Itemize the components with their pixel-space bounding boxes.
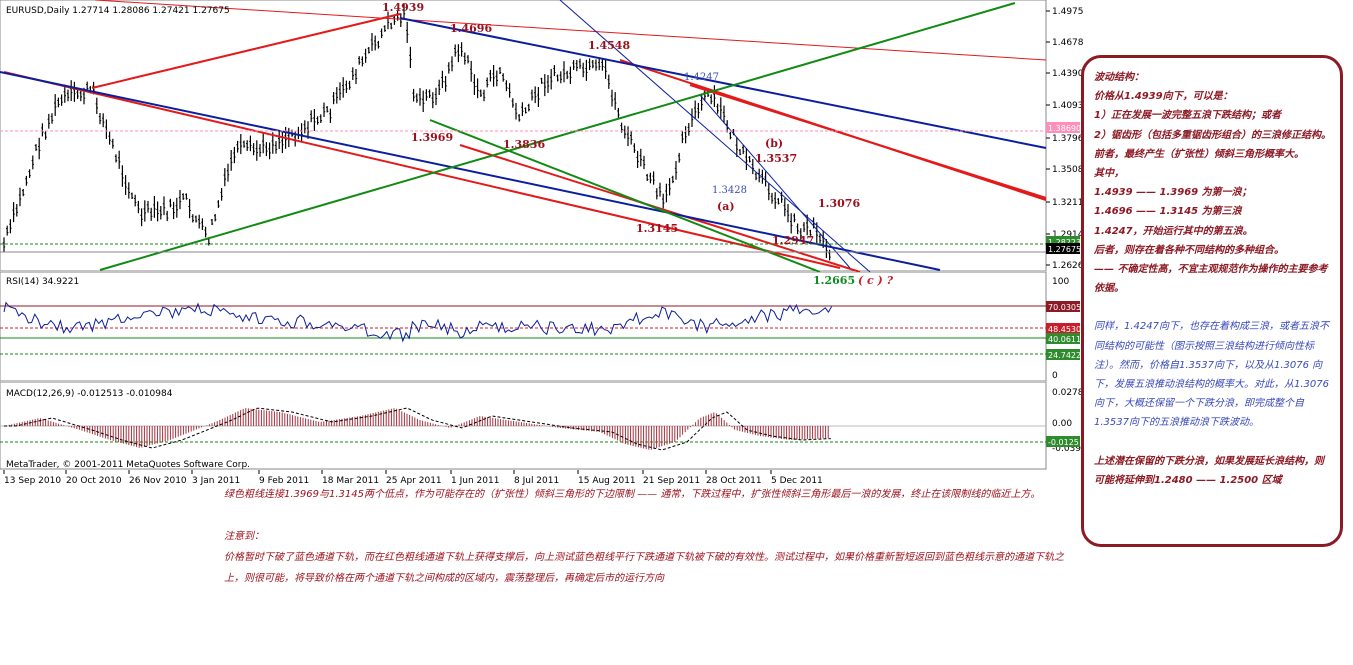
symbol-header: EURUSD,Daily 1.27714 1.28086 1.27421 1.2…	[6, 6, 230, 16]
wave-structure-tail-text: 上述潜在保留的下跌分浪，如果发展延长浪结构，则可能将延伸到1.2480 —— 1…	[1094, 455, 1324, 486]
wave-label: 1.3836	[503, 138, 545, 151]
rsi-tag: 24.7422	[1048, 351, 1081, 360]
macd-axis-label: 0.00	[1052, 419, 1072, 429]
macd-tag: -0.0125	[1048, 438, 1079, 447]
date-label: 26 Nov 2010	[129, 476, 187, 486]
wave-label: (b)	[765, 137, 783, 150]
macd-axis-label: 0.027878	[1052, 388, 1084, 398]
rsi-axis-label: 100	[1052, 277, 1069, 287]
price-axis-label: 1.40930	[1052, 101, 1084, 111]
wave-structure-line: 波动结构：	[1094, 72, 1144, 83]
price-axis-label: 1.35080	[1052, 165, 1084, 175]
rsi-chart[interactable]: RSI(14) 34.9221 100 0 70.0305 48.453040.061…	[0, 272, 1084, 382]
wave-label-blue: 1.4247	[684, 72, 719, 83]
rsi-plot-area	[0, 272, 1047, 382]
price-axis-label: 1.43900	[1052, 69, 1084, 79]
notes-heading: 注意到：	[224, 531, 264, 542]
price-tag: 1.27675	[1048, 245, 1081, 254]
macd-pane[interactable]: MACD(12,26,9) -0.012513 -0.010984 0.0278…	[0, 382, 1084, 470]
notes-paragraph-2: 价格暂时下破了蓝色通道下轨，而在红色粗线通道下轨上获得支撑后，向上测试蓝色粗线平…	[224, 552, 1064, 584]
date-label: 13 Sep 2010	[4, 476, 61, 486]
wave-label: (a)	[717, 200, 735, 213]
rsi-axis-label: 0	[1052, 371, 1058, 381]
price-axis-label: 1.49750	[1052, 7, 1084, 17]
wave-structure-line: 1.4939 —— 1.3969 为第一浪；	[1094, 187, 1252, 199]
wave-label: 1.3537	[755, 152, 797, 165]
price-axis-label: 1.26260	[1052, 261, 1084, 271]
wave-label-blue: 1.3428	[712, 185, 747, 196]
copyright: MetaTrader, © 2001-2011 MetaQuotes Softw…	[6, 460, 250, 470]
macd-axis: 0.0278780.00-0.039-0.0125	[1046, 388, 1084, 454]
price-axis: 1.49750 1.46780 1.43900 1.40930 1.37960 1.350…	[1046, 7, 1084, 271]
wave-label: 1.4939	[382, 1, 424, 14]
wave-label: 1.2947	[772, 234, 814, 247]
price-axis-label: 1.37960	[1052, 134, 1084, 144]
rsi-axis: 100 0 70.0305 48.453040.0611 24.7422	[1046, 277, 1081, 381]
wave-structure-line: 后者，则存在着各种不同结构的多种组合。	[1094, 244, 1284, 256]
rsi-tag: 70.0305	[1048, 303, 1081, 312]
wave-structure-line: 1.4247，开始运行其中的第五浪。	[1094, 225, 1253, 237]
wave-label-c: ( c ) ?	[858, 274, 894, 287]
wave-label: 1.3969	[411, 131, 453, 144]
macd-chart[interactable]: MACD(12,26,9) -0.012513 -0.010984 0.0278…	[0, 382, 1084, 470]
analysis-notes: 绿色粗线连接1.3969与1.3145两个低点，作为可能存在的（扩张性）倾斜三角…	[224, 484, 1064, 589]
price-axis-label: 1.46780	[1052, 38, 1084, 48]
wave-label: 1.3076	[818, 197, 860, 210]
wave-structure-line: —— 不确定性高，不宜主观规范作为操作的主要参考依据。	[1094, 264, 1328, 295]
wave-label: 1.4696	[450, 22, 492, 35]
price-chart-pane[interactable]: EURUSD,Daily 1.27714 1.28086 1.27421 1.2…	[0, 0, 1084, 272]
wave-structure-line: 1.4696 —— 1.3145 为第三浪	[1094, 206, 1242, 218]
wave-label: 1.3145	[636, 222, 678, 235]
wave-structure-line: 2）锯齿形（包括多重锯齿形组合）的三浪修正结构。	[1094, 129, 1331, 141]
wave-structure-red-text: 波动结构： 价格从1.4939向下，可以是： 1）正在发展一波完整五浪下跌结构；或者…	[1094, 68, 1332, 298]
wave-structure-box: 波动结构： 价格从1.4939向下，可以是： 1）正在发展一波完整五浪下跌结构；或者…	[1081, 55, 1343, 547]
rsi-title: RSI(14) 34.9221	[6, 277, 79, 287]
wave-structure-blue-text: 同样，1.4247向下，也存在着构成三浪，或者五浪不同结构的可能性（图示按照三浪…	[1094, 321, 1329, 429]
price-axis-label: 1.32110	[1052, 198, 1084, 208]
rsi-pane[interactable]: RSI(14) 34.9221 100 0 70.0305 48.4530 40.061…	[0, 272, 1084, 382]
macd-title: MACD(12,26,9) -0.012513 -0.010984	[6, 389, 173, 399]
wave-structure-line: 前者，最终产生（扩张性）倾斜三角形概率大。	[1094, 148, 1304, 160]
rsi-tag: 48.4530	[1048, 325, 1081, 334]
wave-label-green-2665: 1.2665	[813, 274, 856, 287]
notes-paragraph-1: 绿色粗线连接1.3969与1.3145两个低点，作为可能存在的（扩张性）倾斜三角…	[224, 489, 1041, 500]
wave-label: 1.4548	[588, 39, 630, 52]
price-chart[interactable]: EURUSD,Daily 1.27714 1.28086 1.27421 1.2…	[0, 0, 1084, 272]
wave-structure-line: 价格从1.4939向下，可以是：	[1094, 91, 1233, 103]
wave-structure-line: 其中，	[1094, 168, 1124, 180]
wave-structure-line: 1）正在发展一波完整五浪下跌结构；或者	[1094, 110, 1281, 122]
date-label: 20 Oct 2010	[66, 476, 122, 486]
price-tag: 1.38690	[1048, 124, 1081, 133]
rsi-tag: 40.0611	[1048, 335, 1081, 344]
